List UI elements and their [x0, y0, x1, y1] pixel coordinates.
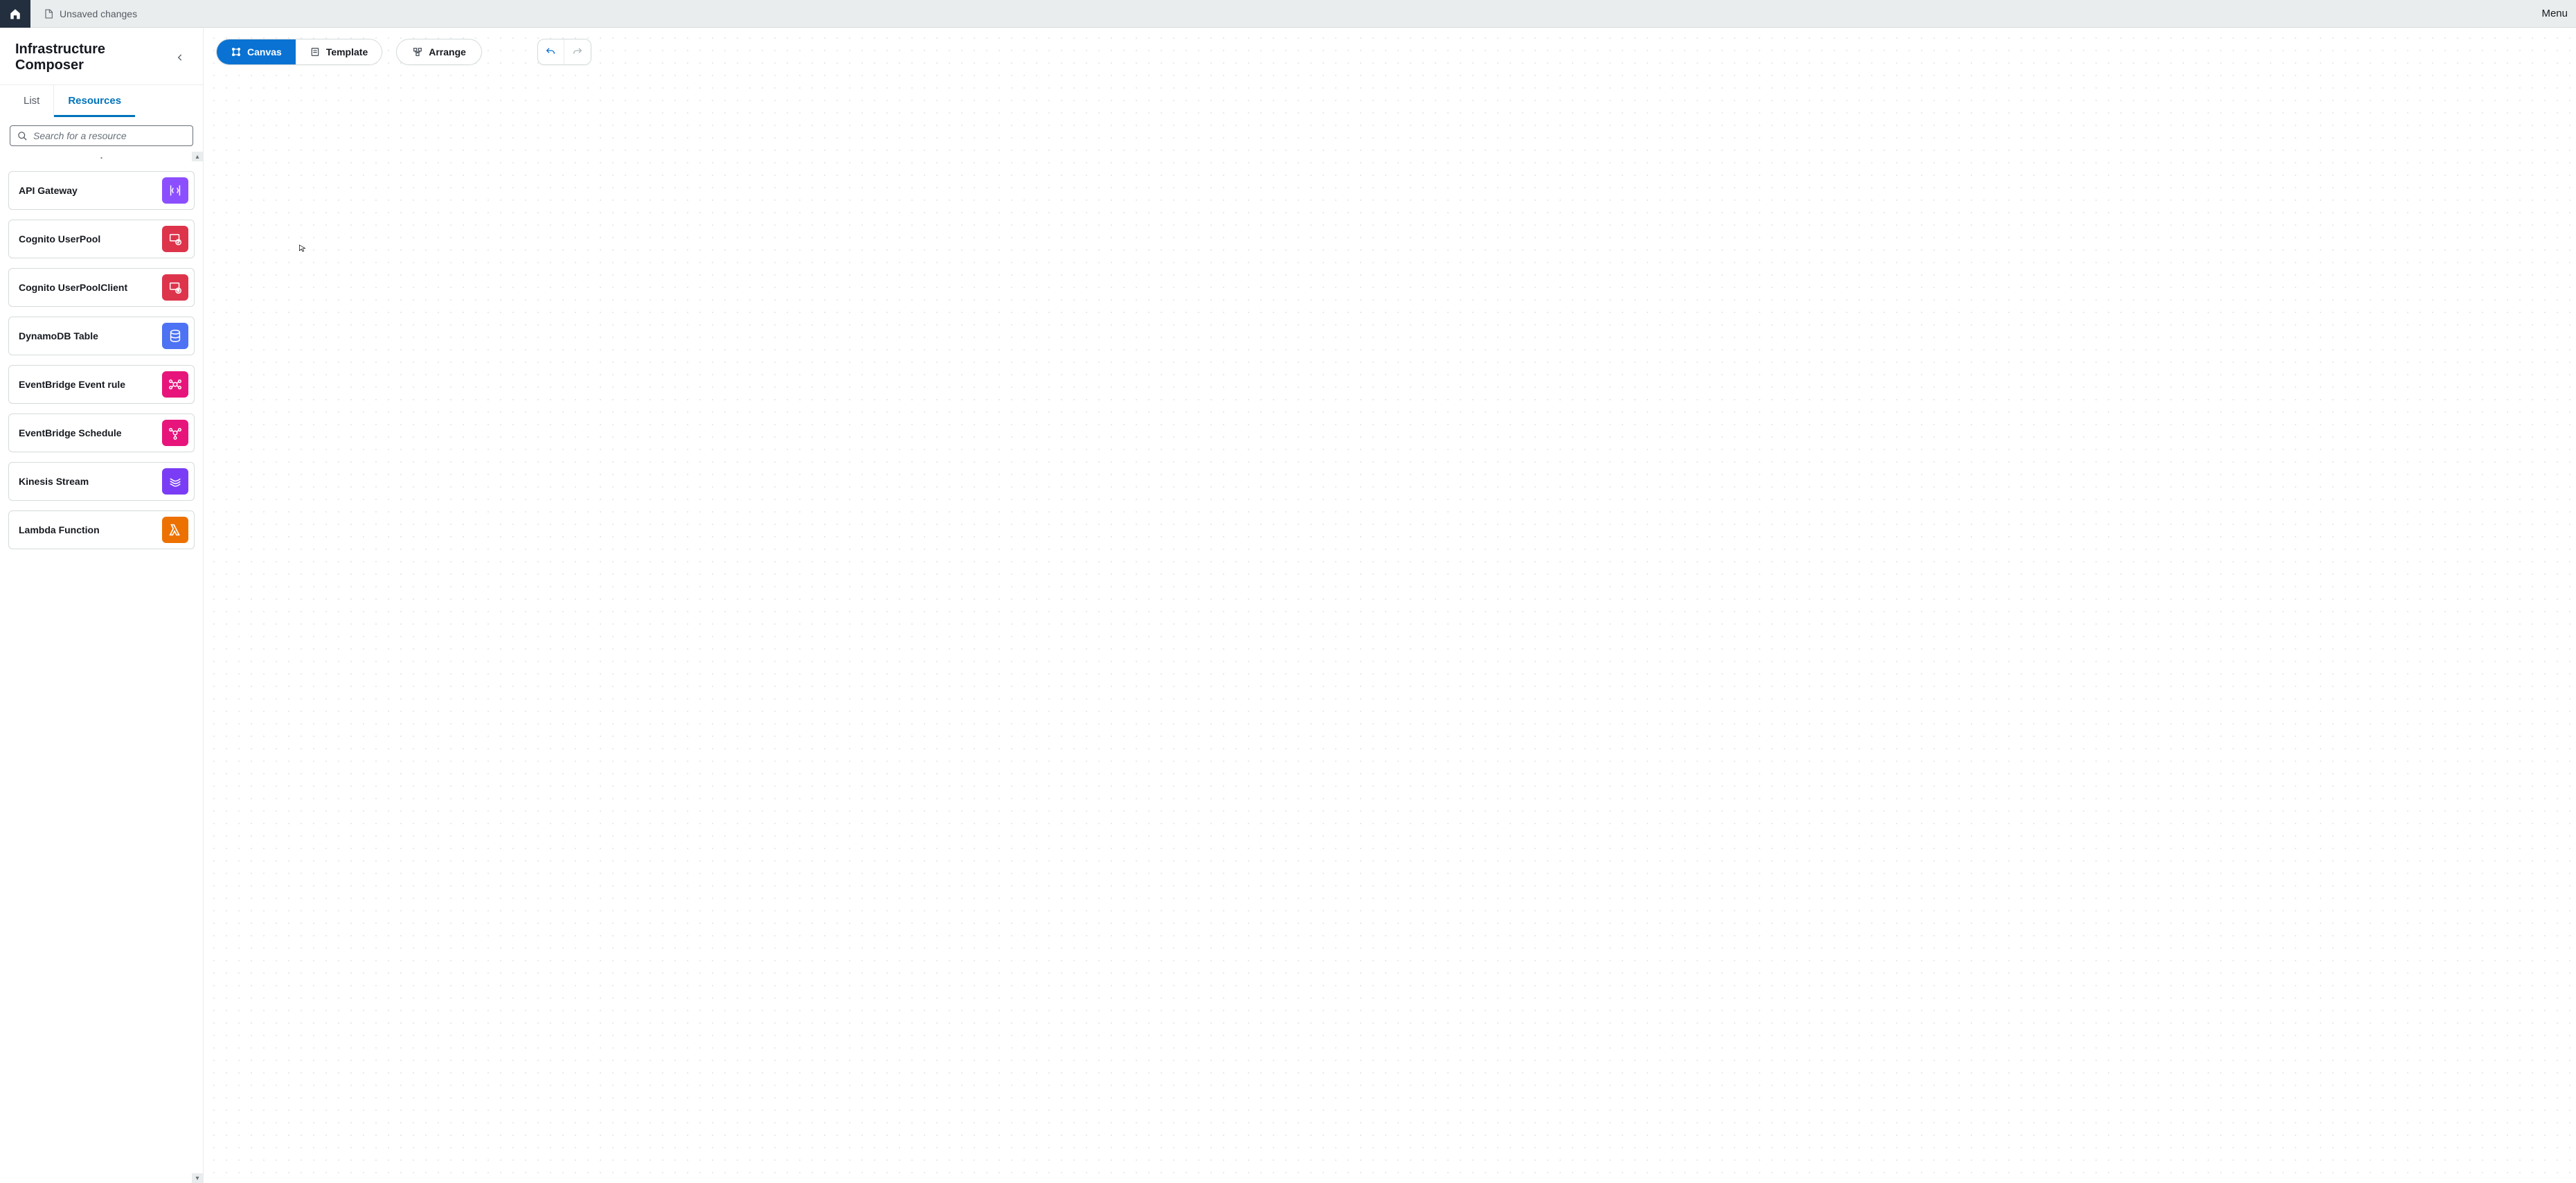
redo-button[interactable]	[564, 39, 591, 64]
resource-eventbridge-rule[interactable]: EventBridge Event rule	[8, 365, 195, 404]
save-status: Unsaved changes	[30, 8, 137, 19]
top-bar: Unsaved changes Menu	[0, 0, 2576, 28]
undo-icon	[545, 46, 556, 57]
search-icon	[17, 131, 28, 141]
resource-label: Cognito UserPool	[19, 233, 100, 244]
cognito-icon	[162, 226, 188, 252]
home-button[interactable]	[0, 0, 30, 28]
canvas[interactable]: Canvas Template Arrange	[204, 28, 2576, 1183]
sidebar-title: Infrastructure Composer	[15, 42, 170, 73]
search-container	[0, 117, 203, 152]
search-box[interactable]	[10, 125, 193, 146]
resource-label: API Gateway	[19, 185, 78, 196]
eventbridge-icon	[162, 371, 188, 398]
resource-lambda-function[interactable]: Lambda Function	[8, 510, 195, 549]
dynamodb-icon	[162, 323, 188, 349]
undo-button[interactable]	[538, 39, 564, 64]
sidebar-tabs: List Resources	[0, 85, 203, 117]
sidebar: Infrastructure Composer List Resources ▴…	[0, 28, 204, 1183]
resource-dynamodb-table[interactable]: DynamoDB Table	[8, 317, 195, 355]
undo-redo-group	[537, 39, 591, 65]
canvas-view-icon	[231, 46, 242, 57]
tab-resources[interactable]: Resources	[54, 85, 135, 117]
scroll-up-button[interactable]: ▴	[192, 152, 203, 161]
resource-list: · API Gateway Cognito UserPool Cognito U…	[0, 152, 203, 563]
search-input[interactable]	[33, 130, 186, 141]
save-status-text: Unsaved changes	[60, 8, 137, 19]
canvas-view-button[interactable]: Canvas	[217, 39, 296, 64]
list-overflow-indicator: ·	[8, 156, 195, 161]
template-view-icon	[310, 46, 321, 57]
redo-icon	[572, 46, 583, 57]
scroll-down-button[interactable]: ▾	[192, 1173, 203, 1183]
resource-label: DynamoDB Table	[19, 330, 98, 341]
eventbridge-sched-icon	[162, 420, 188, 446]
resource-cognito-userpoolclient[interactable]: Cognito UserPoolClient	[8, 268, 195, 307]
template-view-label: Template	[326, 46, 368, 57]
menu-button[interactable]: Menu	[2533, 0, 2576, 27]
resource-label: Kinesis Stream	[19, 476, 89, 487]
kinesis-icon	[162, 468, 188, 495]
template-view-button[interactable]: Template	[296, 39, 382, 64]
canvas-view-label: Canvas	[247, 46, 282, 57]
file-icon	[43, 8, 54, 19]
cognito-client-icon	[162, 274, 188, 301]
tab-list[interactable]: List	[10, 85, 54, 117]
resource-cognito-userpool[interactable]: Cognito UserPool	[8, 220, 195, 258]
resource-eventbridge-schedule[interactable]: EventBridge Schedule	[8, 413, 195, 452]
resource-label: Cognito UserPoolClient	[19, 282, 127, 293]
arrange-button[interactable]: Arrange	[396, 39, 482, 65]
menu-label: Menu	[2541, 8, 2568, 19]
tab-resources-label: Resources	[68, 95, 121, 107]
cursor-icon	[298, 242, 307, 255]
resource-label: Lambda Function	[19, 524, 100, 535]
resource-label: EventBridge Schedule	[19, 427, 122, 438]
arrange-icon	[412, 46, 423, 57]
sidebar-header: Infrastructure Composer	[0, 28, 203, 85]
resource-label: EventBridge Event rule	[19, 379, 125, 390]
resource-kinesis-stream[interactable]: Kinesis Stream	[8, 462, 195, 501]
main-area: Infrastructure Composer List Resources ▴…	[0, 28, 2576, 1183]
view-toggle-group: Canvas Template	[216, 39, 382, 65]
resource-list-scroll[interactable]: ▴ · API Gateway Cognito UserPool Cogn	[0, 152, 203, 1183]
chevron-left-icon	[175, 53, 185, 62]
arrange-label: Arrange	[429, 46, 466, 57]
api-gateway-icon	[162, 177, 188, 204]
tab-list-label: List	[24, 95, 39, 107]
home-icon	[9, 8, 21, 20]
canvas-toolbar: Canvas Template Arrange	[216, 39, 591, 65]
resource-api-gateway[interactable]: API Gateway	[8, 171, 195, 210]
lambda-icon	[162, 517, 188, 543]
collapse-sidebar-button[interactable]	[170, 48, 189, 67]
